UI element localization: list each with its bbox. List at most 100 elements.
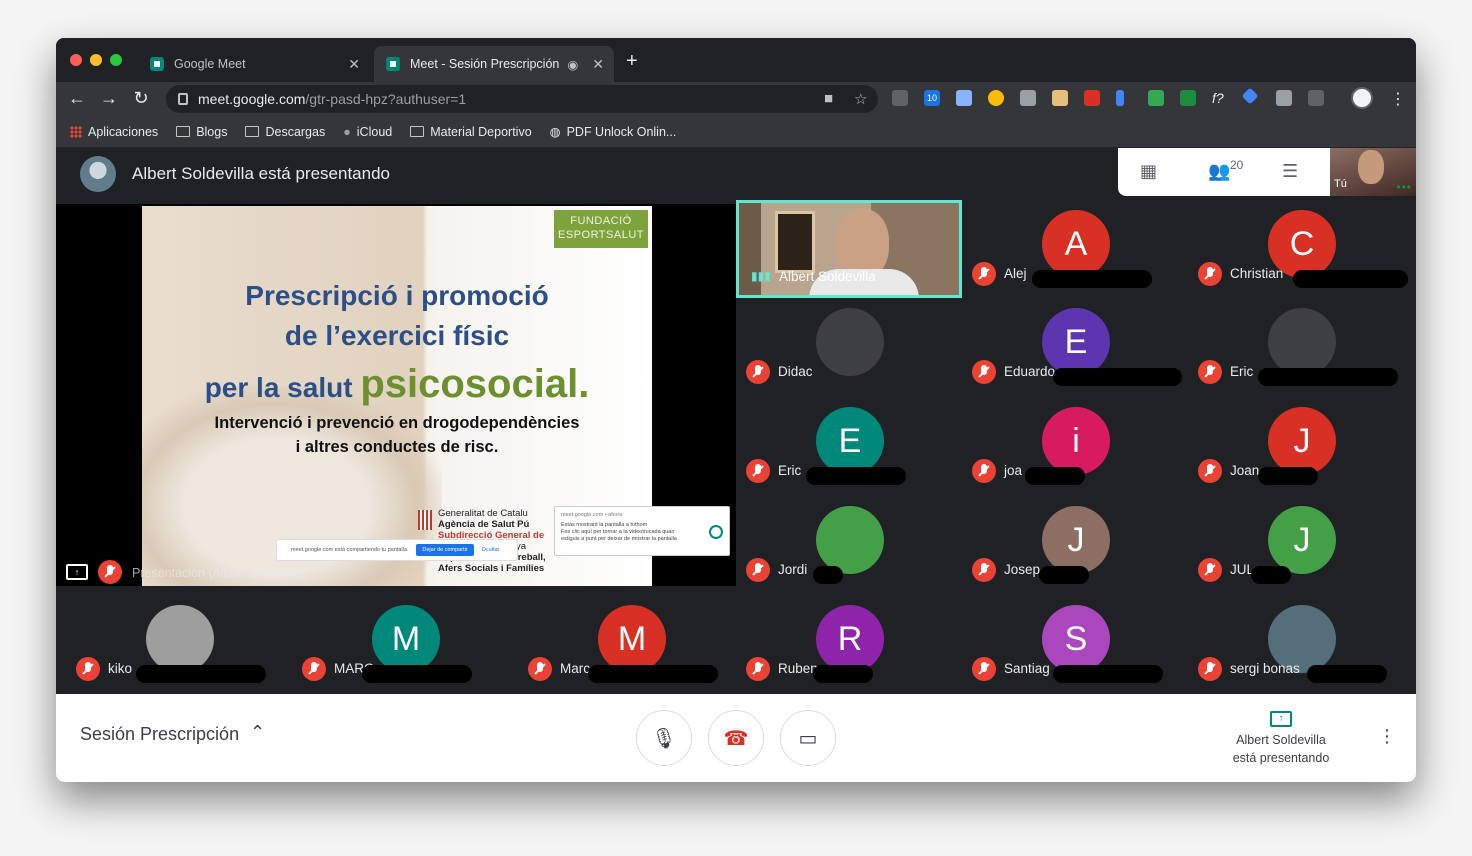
bookmark-star-icon[interactable]: ☆ (854, 90, 867, 108)
redaction-mark (1307, 665, 1387, 683)
forward-button[interactable]: → (98, 88, 120, 109)
more-options-icon[interactable]: ••• (1396, 180, 1412, 194)
hide-share-bar-button[interactable]: Ocultar (482, 547, 500, 553)
pin-extension-icon[interactable] (892, 90, 908, 106)
present-line1: Albert Soldevilla (1236, 733, 1326, 747)
redaction-mark (1039, 566, 1089, 584)
blue-extension-icon[interactable] (1116, 90, 1124, 106)
close-tab-icon[interactable]: ✕ (348, 56, 360, 73)
recording-indicator-icon: ◉ (567, 57, 579, 72)
hang-up-button[interactable]: ☎ (708, 710, 764, 766)
new-tab-button[interactable]: + (626, 51, 638, 71)
minimize-window-button[interactable] (90, 54, 102, 66)
audio-level-icon: ▮▮▮ (751, 269, 771, 283)
participant-tile[interactable]: J JUL (1188, 496, 1412, 595)
participant-tile[interactable]: C Christian (1188, 200, 1412, 299)
redaction-mark (806, 467, 906, 485)
green-extension-icon[interactable] (1180, 90, 1196, 106)
reload-button[interactable]: ↻ (130, 88, 152, 109)
participant-name: Ruben (778, 661, 818, 676)
participant-tile[interactable]: i joa (962, 397, 1186, 496)
lock-icon (178, 93, 188, 105)
gem-extension-icon[interactable] (1241, 87, 1259, 105)
maximize-window-button[interactable] (110, 54, 122, 66)
participant-name: Marc (560, 661, 590, 676)
present-screen-icon: ↑ (1270, 711, 1292, 727)
tab-meet-session[interactable]: Meet - Sesión Prescripción ◉ ✕ (374, 46, 614, 82)
red-extension-icon[interactable] (1084, 90, 1100, 106)
present-line2: está presentando (1232, 751, 1330, 765)
redaction-mark (813, 665, 873, 683)
participant-tile[interactable]: M MARC (292, 595, 516, 694)
bookmark-descargas[interactable]: Descargas (245, 125, 325, 139)
active-speaker-tile[interactable]: ▮▮▮ Albert Soldevilla (736, 200, 962, 298)
participant-name: Eric (778, 463, 802, 478)
back-button[interactable]: ← (66, 88, 88, 109)
slide-title-line2: de l’exercici físic (284, 320, 510, 351)
bookmark-label: iCloud (356, 124, 393, 139)
game-extension-icon[interactable] (1052, 90, 1068, 106)
camera-button[interactable]: ▭ (780, 710, 836, 766)
participant-avatar: J (1042, 506, 1110, 574)
participant-tile[interactable]: S Santiag (962, 595, 1186, 694)
participant-tile[interactable]: E Eric (736, 397, 960, 496)
stop-sharing-button[interactable]: Dejar de compartir (416, 544, 474, 556)
self-face (1358, 150, 1384, 184)
participant-tile[interactable]: Jordi (736, 496, 960, 595)
chevron-up-icon[interactable]: ⌃ (250, 722, 265, 743)
browser-toolbar: ← → ↻ meet.google.com/gtr-pasd-hpz?authu… (56, 82, 1416, 116)
grid-extension-icon[interactable] (1308, 90, 1324, 106)
participant-tile[interactable]: A Alej (962, 200, 1186, 299)
participant-photo (1268, 308, 1336, 376)
address-bar[interactable]: meet.google.com/gtr-pasd-hpz?authuser=1 … (166, 85, 878, 113)
muted-mic-icon (746, 360, 770, 384)
chat-icon[interactable]: ☰ (1282, 161, 1298, 182)
bookmark-blogs[interactable]: Blogs (176, 125, 227, 139)
dropbox-icon[interactable] (956, 90, 972, 106)
tab-google-meet[interactable]: Google Meet ✕ (138, 46, 370, 82)
slide-title-line3: per la salut psicosocial. (142, 362, 652, 407)
participant-tile[interactable]: Eric (1188, 298, 1412, 397)
microphone-button[interactable]: 🎙 (636, 710, 692, 766)
bookmark-icloud[interactable]: ● iCloud (343, 125, 392, 139)
people-icon[interactable]: 👥 (1208, 161, 1230, 182)
more-options-icon[interactable]: ⋮ (1378, 726, 1396, 747)
chrome-extension-icon[interactable] (988, 90, 1004, 106)
slide-subtitle-line2: i altres conductes de risc. (295, 438, 499, 456)
drive-icon[interactable] (1020, 90, 1036, 106)
self-view[interactable]: Tú ••• (1330, 148, 1416, 196)
redaction-mark (1258, 467, 1318, 485)
participant-tile[interactable]: kiko (66, 595, 290, 694)
ten-extension-icon[interactable]: 10 (924, 90, 940, 106)
close-tab-icon[interactable]: ✕ (592, 56, 604, 73)
pen-extension-icon[interactable] (1276, 90, 1292, 106)
self-label: Tú (1334, 178, 1347, 190)
muted-mic-icon (972, 459, 996, 483)
participant-tile[interactable]: E Eduardo (962, 298, 1186, 397)
close-window-button[interactable] (70, 54, 82, 66)
bookmark-pdf-unlock[interactable]: ◍ PDF Unlock Onlin... (550, 124, 677, 140)
layout-grid-icon[interactable]: ▦ (1140, 161, 1157, 182)
speaker-name: Albert Soldevilla (779, 269, 876, 284)
muted-mic-icon (972, 657, 996, 681)
screen-share-bar: meet.google.com está compartiendo tu pan… (276, 539, 518, 561)
download-extension-icon[interactable] (1148, 90, 1164, 106)
participant-tile[interactable]: Didac (736, 298, 960, 397)
formula-extension-icon[interactable]: f? (1212, 90, 1228, 106)
profile-avatar[interactable] (1351, 87, 1373, 109)
gencat-line: Agència de Salut Pú (438, 519, 530, 530)
participant-tile[interactable]: sergi bonas (1188, 595, 1412, 694)
bookmark-material-deportivo[interactable]: Material Deportivo (410, 125, 532, 139)
camera-icon[interactable]: ■ (824, 90, 833, 107)
participant-tile[interactable]: J Joan (1188, 397, 1412, 496)
participant-tile[interactable]: M Marc (518, 595, 742, 694)
share-notification[interactable]: meet.google.com • ahora Estás mostrant l… (554, 506, 730, 556)
redaction-mark (1032, 270, 1152, 288)
participant-tile[interactable]: R Ruben (736, 595, 960, 694)
participant-avatar: J (1268, 407, 1336, 475)
bookmark-apps[interactable]: Aplicaciones (70, 125, 158, 139)
tab-label: Google Meet (174, 57, 246, 71)
present-now-button[interactable]: ↑ Albert Soldevilla está presentando (1206, 708, 1356, 767)
participant-tile[interactable]: J Josep (962, 496, 1186, 595)
browser-menu-icon[interactable]: ⋮ (1390, 89, 1406, 109)
